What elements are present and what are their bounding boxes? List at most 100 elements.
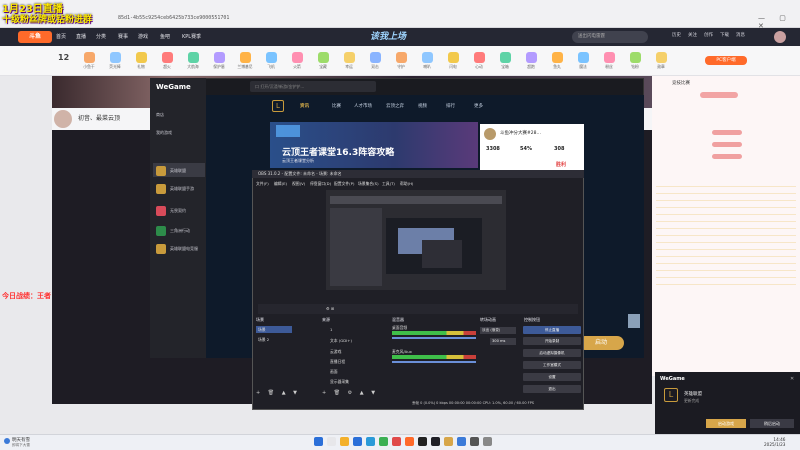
obs-tab[interactable]: ⚙ ⊞ [326,306,334,311]
download-link[interactable]: 下载 [720,32,729,38]
start-icon[interactable] [314,437,323,446]
source-add-remove-icons[interactable]: + 🗑 ⚙ ▲ ▼ [322,390,378,396]
source-item[interactable]: 文本 (GDI+) [330,338,352,344]
notify-launch-button[interactable]: 启动游戏 [706,419,746,428]
tab-talent[interactable]: 人才市场 [354,103,372,109]
app-icon[interactable] [457,437,466,446]
tab-video[interactable]: 视频 [418,103,427,109]
game-thumbnail[interactable] [628,314,640,328]
notify-later-button[interactable]: 稍后启动 [750,419,794,428]
nav-home[interactable]: 首页 [56,33,66,40]
gift-item[interactable]: 荧光棒 [106,52,124,70]
obs-icon[interactable] [431,437,440,446]
gift-item[interactable]: 守护 [392,52,410,70]
gift-item[interactable]: 幸运 [340,52,358,70]
mixer-mic-slider[interactable] [392,361,476,363]
studio-mode-button[interactable]: 工作室模式 [523,361,581,369]
nav-games[interactable]: 游戏 [138,33,148,40]
obs-menu-item[interactable]: 编辑(E) [274,181,287,187]
sidebar-item-my-games[interactable]: 我的游戏 [156,130,172,136]
edge-icon[interactable] [366,437,375,446]
douyu-logo[interactable]: 斗鱼 [18,31,52,43]
terminal-icon[interactable] [418,437,427,446]
obs-menu-item[interactable]: 文件(F) [256,181,269,187]
tab-news[interactable]: 资讯 [300,103,309,109]
wegame-logo[interactable]: WeGame [156,83,191,91]
nav-kpl[interactable]: KPL赛季 [182,33,201,40]
virtual-camera-button[interactable]: 启动虚拟摄像机 [523,349,581,357]
pc-client-button[interactable]: PC客户端 [705,56,747,65]
history-link[interactable]: 历史 [672,32,681,38]
music-icon[interactable] [392,437,401,446]
source-item[interactable]: 直播日程 [330,359,345,365]
sidebar-item-valorant[interactable]: 无畏契约 [170,208,186,214]
wegame-search-input[interactable]: 口 打开/沉浸/新游/金铲铲… [250,81,376,92]
nav-live[interactable]: 直播 [76,33,86,40]
gift-item[interactable]: 粉丝 [600,52,618,70]
wegame-icon[interactable] [444,437,453,446]
sidebar-item-store[interactable]: 商店 [156,112,164,118]
folder-icon[interactable] [340,437,349,446]
gift-item[interactable]: 超跑 [522,52,540,70]
settings-button[interactable]: 设置 [523,373,581,381]
gift-item[interactable]: 钻粉 [626,52,644,70]
chrome-icon[interactable] [379,437,388,446]
sidebar-item-lol-mobile[interactable]: 英雄联盟手游 [170,186,194,192]
start-record-button[interactable]: 开始录制 [523,337,581,345]
avatar[interactable] [774,31,786,43]
create-link[interactable]: 创作 [704,32,713,38]
address-bar[interactable]: 85d1​-4b55c9254ceb6425b733ce9000551701 [118,15,229,21]
gift-item[interactable]: 喇叭 [418,52,436,70]
obs-menu-item[interactable]: 停靠窗口(D) [310,181,331,187]
gift-item[interactable]: 超火 [158,52,176,70]
stop-stream-button[interactable]: 停止直播 [523,326,581,334]
obs-menu-item[interactable]: 视图(V) [292,181,305,187]
message-link[interactable]: 消息 [736,32,745,38]
source-item[interactable]: 画面 [330,369,338,375]
gift-item[interactable]: 兰博基尼 [236,52,254,70]
gift-item[interactable]: 闪电 [444,52,462,70]
gift-item[interactable]: 小鱼干 [80,52,98,70]
gift-item[interactable]: 鱼丸 [548,52,566,70]
gift-item[interactable]: 宝藏 [314,52,332,70]
gift-item[interactable]: 宝箱 [496,52,514,70]
header-banner[interactable]: 该我上场 [370,29,406,42]
scene-item[interactable]: 场景 2 [258,337,269,343]
gift-item[interactable]: 保护盾 [210,52,228,70]
scene-add-remove-icons[interactable]: + 🗑 ▲ ▼ [256,390,300,396]
gift-item[interactable]: 大航海 [184,52,202,70]
launch-button[interactable]: 启动 [578,336,624,350]
close-icon[interactable]: ✕ [790,376,794,382]
source-item[interactable]: 显示器采集 [330,379,349,385]
exit-button[interactable]: 退出 [523,385,581,393]
settings-icon[interactable] [470,437,479,446]
search-icon[interactable] [327,437,336,446]
sidebar-item-lol[interactable]: 英雄联盟 [170,168,186,174]
tab-match[interactable]: 比赛 [332,103,341,109]
gift-item[interactable]: 双击 [366,52,384,70]
obs-menu-item[interactable]: 工具(T) [382,181,395,187]
obs-menu-item[interactable]: 帮助(H) [400,181,413,187]
sidebar-item-delta[interactable]: 三角洲行动 [170,228,190,234]
gift-item[interactable]: 勋章 [652,52,670,70]
streamer-avatar[interactable] [54,110,72,128]
nav-events[interactable]: 赛事 [118,33,128,40]
source-item[interactable]: 1 [330,327,332,332]
obs-preview[interactable] [326,190,506,290]
store-icon[interactable] [353,437,362,446]
sidebar-item-lol-esports[interactable]: 英雄联盟电竞服 [170,246,198,252]
nav-category[interactable]: 分类 [96,33,106,40]
taskbar-clock[interactable]: 14:46 2025/1/23 [764,437,785,447]
scene-item[interactable]: 场景 [258,327,266,333]
mixer-desktop-slider[interactable] [392,337,476,339]
gift-item[interactable]: 火箭 [288,52,306,70]
streamer-name[interactable]: 初音、最菜云顶 [78,113,120,122]
transition-select[interactable]: 淡出 (渐变) [480,327,516,334]
search-input[interactable]: 送出闪电雷霆 [572,31,648,43]
source-item[interactable]: 云游戏 [330,349,341,355]
douyu-icon[interactable] [405,437,414,446]
gift-item[interactable]: 礼物 [132,52,150,70]
nav-fishbar[interactable]: 鱼吧 [160,33,170,40]
gift-item[interactable]: 飞机 [262,52,280,70]
tab-more[interactable]: 更多 [474,103,483,109]
